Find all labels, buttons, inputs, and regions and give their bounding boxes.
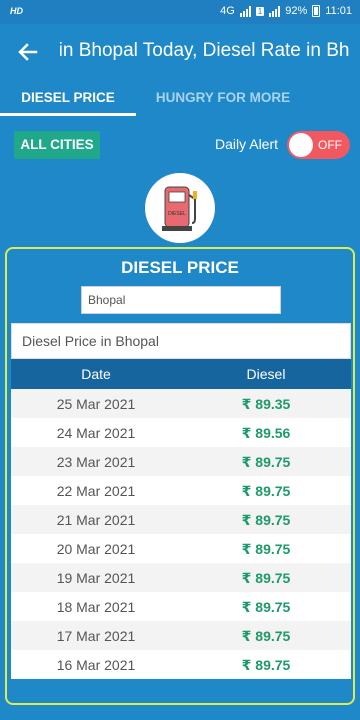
- table-row: 24 Mar 2021 ₹ 89.56: [11, 418, 351, 447]
- price-table: 25 Mar 2021 ₹ 89.35 24 Mar 2021 ₹ 89.56 23…: [11, 389, 351, 679]
- page-title: Diesel Price in Bhopal Today, Diesel Rat…: [60, 40, 350, 62]
- tab-diesel-price[interactable]: DIESEL PRICE: [0, 80, 136, 116]
- clock: 11:01: [325, 5, 352, 17]
- row-price: ₹ 89.75: [241, 512, 291, 528]
- diesel-price-card: DIESEL PRICE Diesel Price in Bhopal Date…: [5, 247, 355, 705]
- column-diesel: Diesel: [246, 366, 286, 382]
- card-title: DIESEL PRICE: [121, 258, 239, 277]
- table-row: 25 Mar 2021 ₹ 89.35: [11, 389, 351, 418]
- row-date: 23 Mar 2021: [56, 454, 136, 470]
- row-price: ₹ 89.75: [241, 454, 291, 470]
- app-bar: Diesel Price in Bhopal Today, Diesel Rat…: [0, 24, 360, 80]
- back-arrow-icon[interactable]: [14, 38, 42, 66]
- row-price: ₹ 89.75: [241, 570, 291, 586]
- toggle-knob: [289, 133, 313, 157]
- row-price: ₹ 89.75: [241, 628, 291, 644]
- row-date: 16 Mar 2021: [56, 657, 136, 673]
- status-bar: HD 4G 1 92% 11:01: [0, 0, 360, 24]
- signal-icon-2: [269, 5, 281, 17]
- table-row: 21 Mar 2021 ₹ 89.75: [11, 505, 351, 534]
- battery-icon: [312, 5, 321, 17]
- signal-icon: [239, 5, 251, 17]
- battery-percent: 92%: [285, 5, 308, 17]
- column-date: Date: [81, 366, 111, 382]
- row-price: ₹ 89.35: [241, 396, 291, 412]
- table-row: 22 Mar 2021 ₹ 89.75: [11, 476, 351, 505]
- row-price: ₹ 89.75: [241, 483, 291, 499]
- table-row: 19 Mar 2021 ₹ 89.75: [11, 563, 351, 592]
- row-date: 24 Mar 2021: [56, 425, 136, 441]
- tab-hungry-for-more[interactable]: HUNGRY FOR MORE: [146, 80, 300, 116]
- table-row: 17 Mar 2021 ₹ 89.75: [11, 621, 351, 650]
- sim-indicator: 1: [255, 6, 265, 16]
- row-date: 22 Mar 2021: [56, 483, 136, 499]
- page-title-text: Diesel Price in Bhopal Today, Diesel Rat…: [60, 40, 350, 61]
- pump-label: DIESEL: [168, 211, 186, 217]
- all-cities-button[interactable]: ALL CITIES: [14, 131, 100, 159]
- table-header: Date Diesel: [11, 359, 351, 389]
- tab-bar: DIESEL PRICE HUNGRY FOR MORE: [0, 80, 360, 116]
- city-input[interactable]: [81, 286, 281, 314]
- row-date: 20 Mar 2021: [56, 541, 136, 557]
- daily-alert-toggle[interactable]: OFF: [287, 131, 350, 159]
- table-row: 18 Mar 2021 ₹ 89.75: [11, 592, 351, 621]
- row-price: ₹ 89.75: [241, 541, 291, 557]
- status-icons: 4G 1 92% 11:01: [220, 5, 352, 17]
- table-row: 20 Mar 2021 ₹ 89.75: [11, 534, 351, 563]
- row-date: 21 Mar 2021: [56, 512, 136, 528]
- row-date: 17 Mar 2021: [56, 628, 136, 644]
- row-price: ₹ 89.75: [241, 657, 291, 673]
- table-caption: Diesel Price in Bhopal: [11, 323, 351, 359]
- daily-alert-label: Daily Alert: [215, 136, 279, 152]
- table-row: 23 Mar 2021 ₹ 89.75: [11, 447, 351, 476]
- row-date: 19 Mar 2021: [56, 570, 136, 586]
- toggle-state-text: OFF: [318, 138, 342, 152]
- network-type: 4G: [220, 5, 235, 17]
- hd-indicator: HD: [10, 6, 23, 16]
- row-date: 25 Mar 2021: [56, 396, 136, 412]
- table-row: 16 Mar 2021 ₹ 89.75: [11, 650, 351, 679]
- row-date: 18 Mar 2021: [56, 599, 136, 615]
- fuel-pump-icon: DIESEL: [145, 173, 215, 243]
- row-price: ₹ 89.56: [241, 425, 291, 441]
- row-price: ₹ 89.75: [241, 599, 291, 615]
